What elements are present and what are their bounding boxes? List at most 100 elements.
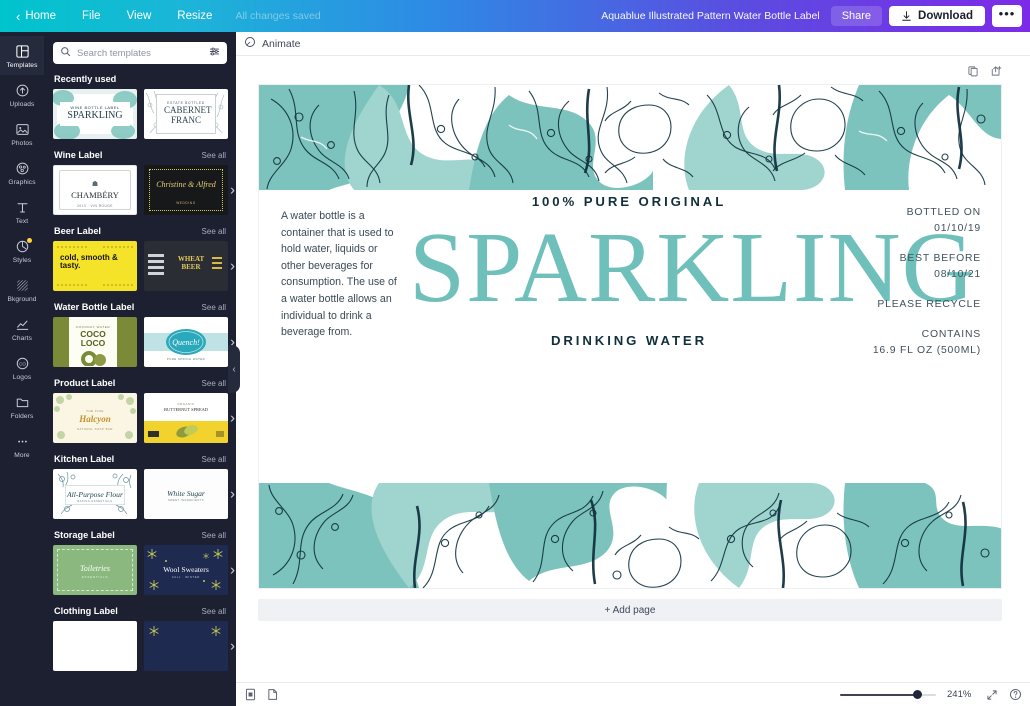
add-page-icon[interactable] <box>990 64 1002 82</box>
sidebar-item-text[interactable]: Text <box>0 192 44 231</box>
search-box[interactable]: Search templates <box>53 42 227 64</box>
more-options-button[interactable]: ••• <box>992 5 1022 27</box>
see-all-link[interactable]: See all <box>202 151 226 160</box>
sidebar-label-more: More <box>14 452 29 459</box>
canvas-area[interactable]: A water bottle is a container that is us… <box>236 56 1030 681</box>
fact-label: PLEASE RECYCLE <box>811 297 981 313</box>
sidebar-label-uploads: Uploads <box>10 101 35 108</box>
templates-icon <box>15 43 30 60</box>
fact-bottled-on[interactable]: BOTTLED ON 01/10/19 <box>811 205 981 237</box>
label-headline[interactable]: SPARKLING <box>409 217 849 317</box>
label-content: A water bottle is a container that is us… <box>259 190 1002 485</box>
sidebar-item-uploads[interactable]: Uploads <box>0 75 44 114</box>
template-thumb-cabernet-franc[interactable]: ESTATE BOTTLED CABERNET FRANC <box>144 89 228 139</box>
chevron-right-icon[interactable]: › <box>230 639 235 654</box>
sidebar-item-templates[interactable]: Templates <box>0 36 44 75</box>
share-button[interactable]: Share <box>831 6 882 26</box>
thumb-row: › <box>53 621 227 671</box>
chevron-right-icon[interactable]: › <box>230 487 235 502</box>
search-input[interactable]: Search templates <box>77 48 203 59</box>
sidebar-item-charts[interactable]: Charts <box>0 309 44 348</box>
template-thumb-clothing-plain[interactable] <box>53 621 137 671</box>
fullscreen-icon[interactable] <box>986 689 998 701</box>
zoom-controls: 241% <box>840 688 1022 701</box>
chevron-right-icon[interactable]: › <box>230 563 235 578</box>
document-title[interactable]: Aquablue Illustrated Pattern Water Bottl… <box>601 10 820 22</box>
menu-item-resize[interactable]: Resize <box>164 0 225 32</box>
logo-icon: CO <box>15 355 30 372</box>
template-thumb-clothing-snowflake[interactable] <box>144 621 228 671</box>
animate-button[interactable]: Animate <box>244 36 301 51</box>
label-eyebrow[interactable]: 100% PURE ORIGINAL <box>409 194 849 209</box>
workspace: Animate <box>236 32 1030 706</box>
template-thumb-white-sugar[interactable]: White Sugar SWEET INGREDIENTS <box>144 469 228 519</box>
panel-collapse-handle[interactable]: ‹ <box>228 345 240 393</box>
label-description[interactable]: A water bottle is a container that is us… <box>281 208 399 341</box>
fact-please-recycle[interactable]: PLEASE RECYCLE <box>811 297 981 313</box>
download-button[interactable]: Download <box>889 6 985 26</box>
template-thumb-all-purpose-flour[interactable]: All-Purpose Flour BAKING ESSENTIALS <box>53 469 137 519</box>
template-thumb-butternut-spread[interactable]: ORGANIC BUTTERNUT SPREAD <box>144 393 228 443</box>
fact-contains[interactable]: CONTAINS 16.9 FL OZ (500ML) <box>811 327 981 359</box>
sidebar-item-more[interactable]: More <box>0 426 44 465</box>
label-subline[interactable]: DRINKING WATER <box>409 333 849 348</box>
template-thumb-toiletries[interactable]: Toiletries ESSENTIALS <box>53 545 137 595</box>
template-thumb-chambery[interactable]: ☗ CHAMBÉRY 2013 · VIN ROUGE <box>53 165 137 215</box>
duplicate-page-icon[interactable] <box>967 64 979 82</box>
zoom-slider-knob[interactable] <box>913 690 922 699</box>
sidebar-item-logos[interactable]: CO Logos <box>0 348 44 387</box>
thumb-title: CHAMBÉRY <box>54 190 136 200</box>
sidebar-item-background[interactable]: Bkground <box>0 270 44 309</box>
section-title: Recently used <box>54 74 116 84</box>
sidebar-item-photos[interactable]: Photos <box>0 114 44 153</box>
design-canvas-page[interactable]: A water bottle is a container that is us… <box>258 84 1002 589</box>
folder-icon <box>15 394 30 411</box>
template-thumb-cold-smooth-tasty[interactable]: cold, smooth & tasty. <box>53 241 137 291</box>
menu-label-resize: Resize <box>177 10 212 22</box>
sidebar-label-templates: Templates <box>7 62 38 69</box>
template-thumb-wheat-beer[interactable]: WHEAT BEER <box>144 241 228 291</box>
fact-best-before[interactable]: BEST BEFORE 08/10/21 <box>811 251 981 283</box>
template-thumb-halcyon[interactable]: THE FINE Halcyon NATURAL SOAP BAR <box>53 393 137 443</box>
add-page-label: + Add page <box>605 605 656 616</box>
sidebar-label-folders: Folders <box>11 413 34 420</box>
template-thumb-wool-sweaters[interactable]: Wool Sweaters FALL · WINTER <box>144 545 228 595</box>
menu-label-home: Home <box>25 10 56 22</box>
thumb-title: cold, smooth & tasty. <box>60 254 137 271</box>
thumb-caption: PURE SPRING WATER <box>144 357 228 361</box>
see-all-link[interactable]: See all <box>202 379 226 388</box>
menu-item-home[interactable]: ‹ Home <box>10 0 69 32</box>
add-page-button[interactable]: + Add page <box>258 599 1002 621</box>
filter-icon[interactable] <box>209 44 220 62</box>
section-recently-used: Recently used WINE BOTTLE LABEL SPARKLIN… <box>53 70 227 139</box>
templates-scroll-list[interactable]: Recently used WINE BOTTLE LABEL SPARKLIN… <box>44 70 236 700</box>
section-header: Recently used <box>53 70 227 89</box>
chevron-right-icon[interactable]: › <box>230 411 235 426</box>
see-all-link[interactable]: See all <box>202 303 226 312</box>
thumb-title: BUTTERNUT SPREAD <box>144 407 228 412</box>
chevron-right-icon[interactable]: › <box>230 259 235 274</box>
svg-text:CO: CO <box>19 361 26 366</box>
sidebar-item-folders[interactable]: Folders <box>0 387 44 426</box>
help-icon[interactable] <box>1009 688 1022 701</box>
sidebar-item-graphics[interactable]: Graphics <box>0 153 44 192</box>
thumb-row: THE FINE Halcyon NATURAL SOAP BAR ORGANI… <box>53 393 227 443</box>
page-view-icon[interactable] <box>244 688 257 701</box>
see-all-link[interactable]: See all <box>202 531 226 540</box>
template-thumb-coco-loco[interactable]: COCONUT WATER COCO LOCO <box>53 317 137 367</box>
template-thumb-quench[interactable]: Quench! PURE SPRING WATER <box>144 317 228 367</box>
template-thumb-sparkling[interactable]: WINE BOTTLE LABEL SPARKLING <box>53 89 137 139</box>
see-all-link[interactable]: See all <box>202 455 226 464</box>
see-all-link[interactable]: See all <box>202 227 226 236</box>
chevron-left-icon: ‹ <box>232 364 235 375</box>
section-header: Beer Label See all <box>53 222 227 241</box>
zoom-slider[interactable] <box>840 689 936 701</box>
menu-item-view[interactable]: View <box>114 0 165 32</box>
template-thumb-christine-alfred[interactable]: Christine & Alfred WEDDING <box>144 165 228 215</box>
menu-item-file[interactable]: File <box>69 0 114 32</box>
sidebar-item-styles[interactable]: Styles <box>0 231 44 270</box>
section-header: Water Bottle Label See all <box>53 298 227 317</box>
grid-view-icon[interactable] <box>266 688 279 701</box>
chevron-right-icon[interactable]: › <box>230 183 235 198</box>
see-all-link[interactable]: See all <box>202 607 226 616</box>
